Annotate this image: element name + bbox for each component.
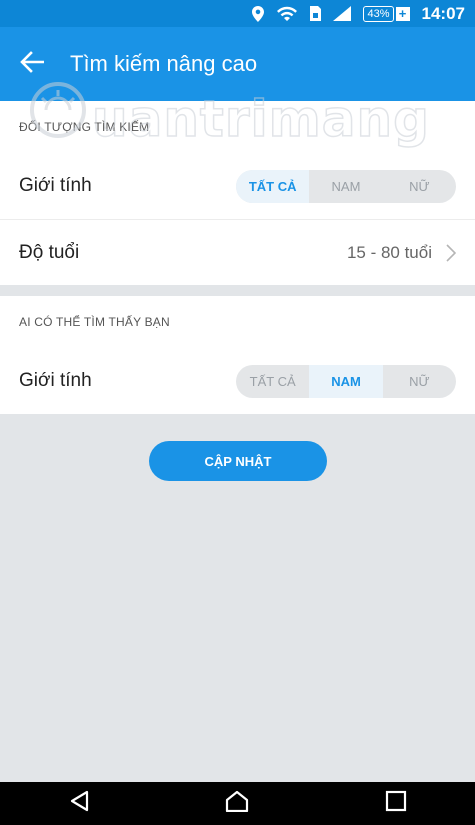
square-recents-icon [385, 790, 407, 817]
nav-recents-button[interactable] [366, 782, 426, 825]
visibility-gender-option-female[interactable]: NỮ [383, 365, 456, 398]
target-gender-option-all[interactable]: TẤT CẢ [236, 169, 310, 203]
status-bar: 43% + 14:07 [0, 0, 475, 27]
age-row[interactable]: Độ tuổi 15 - 80 tuổi [0, 219, 475, 285]
age-value: 15 - 80 tuổi [346, 242, 432, 262]
update-button[interactable]: CẬP NHẬT [149, 441, 327, 481]
arrow-left-icon [20, 50, 45, 78]
nav-back-button[interactable] [49, 782, 109, 825]
nav-home-button[interactable] [207, 782, 267, 825]
section-heading: ĐỐI TƯỢNG TÌM KIẾM [19, 120, 150, 134]
gender-label: Giới tính [19, 175, 92, 196]
age-label: Độ tuổi [19, 241, 80, 263]
app-bar: Tìm kiếm nâng cao [0, 27, 475, 101]
system-nav-bar [0, 782, 475, 825]
target-gender-row: Giới tính TẤT CẢ NAM NỮ [0, 153, 475, 219]
back-button[interactable] [0, 27, 64, 101]
chevron-right-icon [446, 243, 456, 262]
page-title: Tìm kiếm nâng cao [70, 51, 258, 76]
wifi-icon [276, 6, 298, 22]
triangle-back-icon [69, 790, 89, 817]
search-target-section: ĐỐI TƯỢNG TÌM KIẾM Giới tính TẤT CẢ NAM … [0, 101, 475, 285]
battery-level: 43% [363, 5, 394, 22]
charging-icon: + [395, 6, 410, 21]
sim-icon [310, 6, 322, 21]
signal-icon [333, 6, 352, 21]
target-gender-selector: TẤT CẢ NAM NỮ [236, 169, 456, 203]
gender-label: Giới tính [19, 370, 92, 391]
visibility-gender-option-all[interactable]: TẤT CẢ [236, 365, 309, 398]
target-gender-option-female[interactable]: NỮ [383, 170, 456, 203]
visibility-gender-option-male[interactable]: NAM [309, 364, 383, 398]
target-gender-option-male[interactable]: NAM [309, 170, 382, 203]
status-time: 14:07 [421, 3, 465, 23]
location-icon [252, 5, 265, 22]
section-heading: AI CÓ THỂ TÌM THẤY BẠN [19, 315, 170, 329]
who-can-find-section: AI CÓ THỂ TÌM THẤY BẠN Giới tính TẤT CẢ … [0, 296, 475, 414]
visibility-gender-row: Giới tính TẤT CẢ NAM NỮ [0, 348, 475, 414]
home-icon [225, 790, 249, 817]
battery-indicator: 43% + [363, 5, 410, 22]
visibility-gender-selector: TẤT CẢ NAM NỮ [236, 364, 456, 398]
